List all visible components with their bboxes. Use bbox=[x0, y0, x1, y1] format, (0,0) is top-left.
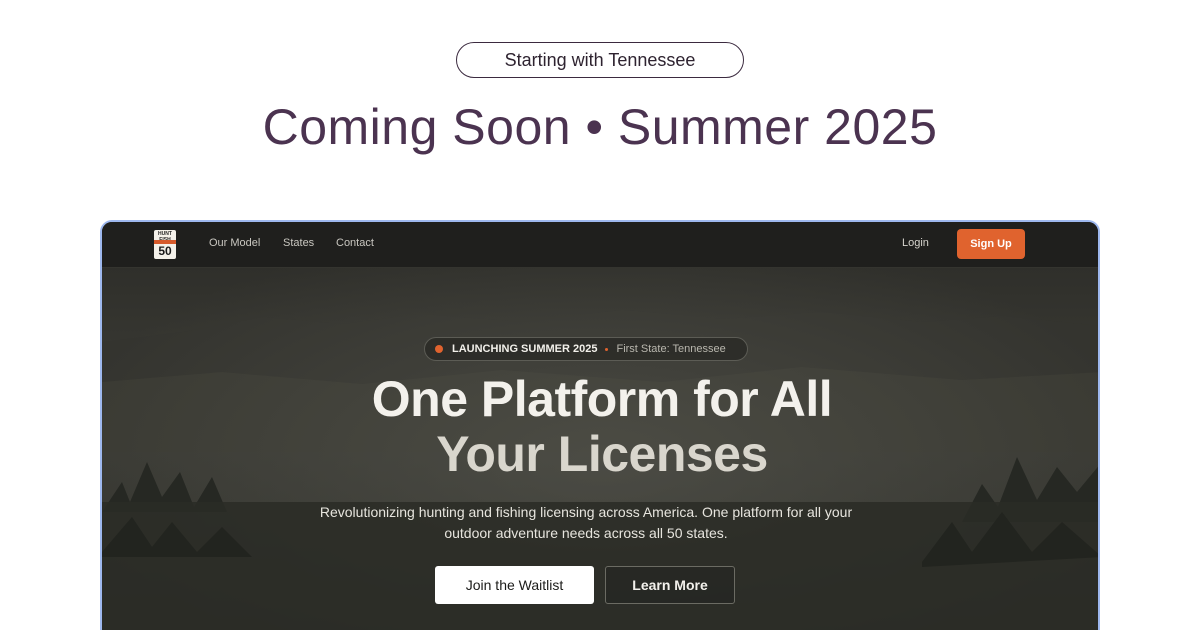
hero-title-line1: One Platform for All bbox=[371, 371, 833, 427]
nav-link-our-model[interactable]: Our Model bbox=[209, 237, 260, 249]
hero-title-line2: Your Licenses bbox=[436, 426, 768, 482]
nav-link-contact[interactable]: Contact bbox=[336, 237, 374, 249]
separator-dot-icon bbox=[605, 347, 609, 351]
hero-title: One Platform for All Your Licenses bbox=[102, 371, 1098, 482]
nav-link-states[interactable]: States bbox=[283, 237, 314, 249]
announcement-pill: Starting with Tennessee bbox=[456, 42, 744, 78]
signup-button[interactable]: Sign Up bbox=[957, 229, 1025, 259]
coming-soon-headline: Coming Soon • Summer 2025 bbox=[262, 99, 938, 155]
first-state-label: First State: Tennessee bbox=[616, 343, 726, 355]
learn-more-button[interactable]: Learn More bbox=[605, 566, 735, 604]
website-preview-frame: HUNTFISH 50 Our Model States Contact Log… bbox=[100, 220, 1100, 630]
huntfish50-logo[interactable]: HUNTFISH 50 bbox=[154, 230, 176, 259]
preview-navbar: HUNTFISH 50 Our Model States Contact Log… bbox=[102, 222, 1098, 268]
launch-badge: LAUNCHING SUMMER 2025 First State: Tenne… bbox=[424, 337, 748, 361]
join-waitlist-button[interactable]: Join the Waitlist bbox=[435, 566, 594, 604]
logo-number: 50 bbox=[158, 244, 172, 258]
launch-badge-label: LAUNCHING SUMMER 2025 bbox=[452, 343, 598, 355]
login-link[interactable]: Login bbox=[902, 237, 929, 249]
hero-subtitle: Revolutionizing hunting and fishing lice… bbox=[319, 504, 853, 541]
status-dot-icon bbox=[435, 345, 443, 353]
